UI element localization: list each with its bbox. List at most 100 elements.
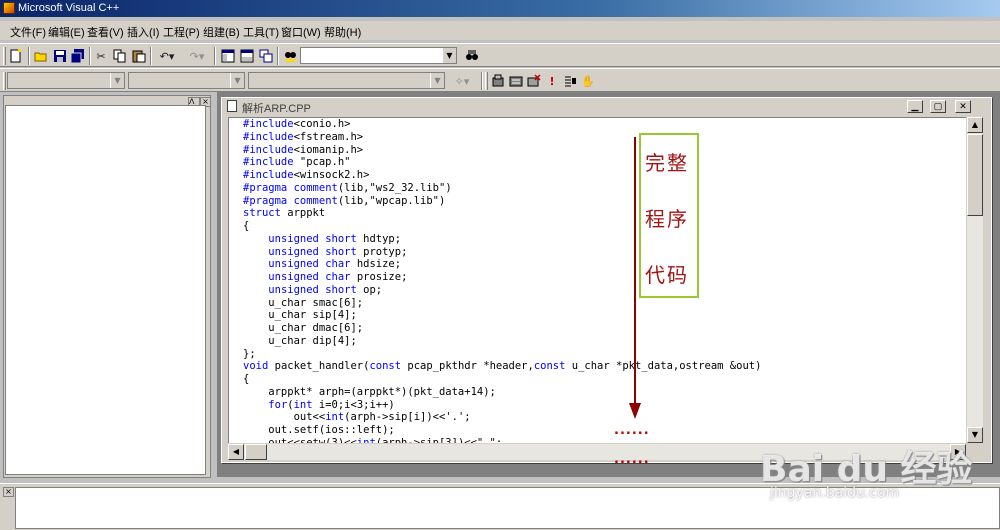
output-close-button[interactable]: × — [3, 487, 14, 497]
menu-help[interactable]: 帮助(H) — [324, 24, 361, 40]
chevron-down-icon: ▼ — [430, 73, 444, 88]
code-line: { — [243, 220, 249, 232]
execute-icon[interactable]: ! — [544, 73, 560, 89]
undo-icon[interactable]: ↶▾ — [154, 48, 180, 64]
code-line: unsigned char hdsize; — [243, 258, 401, 270]
scroll-left-button[interactable]: ◀ — [228, 444, 244, 460]
scroll-thumb[interactable] — [967, 134, 983, 216]
find-in-files-icon[interactable] — [282, 48, 298, 64]
code-text: u_char smac[6]; — [243, 296, 364, 309]
code-editor[interactable]: #include<conio.h> #include<fstream.h> #inc… — [228, 117, 966, 443]
stop-build-icon[interactable] — [526, 73, 542, 89]
toolbar-separator — [28, 47, 30, 65]
window-title: Microsoft Visual C++ — [18, 2, 120, 14]
go-icon[interactable]: ✋ — [580, 73, 596, 89]
menu-window[interactable]: 窗口(W) — [281, 24, 321, 40]
chevron-down-icon[interactable]: ▼ — [442, 48, 456, 63]
code-text: "pcap.h" — [293, 156, 351, 169]
compile-icon[interactable] — [490, 73, 506, 89]
code-line: out<<int(arph->sip[i])<<'.'; — [243, 411, 471, 423]
code-line: #include<winsock2.h> — [243, 169, 369, 181]
new-file-icon[interactable] — [8, 48, 24, 64]
menu-bar: 文件(F) 编辑(E) 查看(V) 插入(I) 工程(P) 组建(B) 工具(T… — [0, 21, 1000, 40]
code-keyword: int — [325, 411, 345, 424]
find-icon[interactable] — [464, 48, 480, 64]
code-line: void packet_handler(const pcap_pkthdr *h… — [243, 360, 761, 372]
vertical-scrollbar[interactable]: ▲ ▼ — [967, 117, 983, 443]
code-text: <conio.h> — [293, 118, 351, 130]
code-text: u_char sip[4]; — [243, 309, 357, 322]
close-button[interactable]: ✕ — [955, 100, 971, 113]
code-text: (arph->sip[i])<<'.'; — [344, 411, 471, 424]
find-combo[interactable]: ▼ — [300, 47, 457, 64]
code-line: #include<iomanip.h> — [243, 144, 363, 156]
code-keyword: short — [325, 283, 357, 296]
minimize-button[interactable]: ▁ — [907, 100, 923, 113]
menu-view[interactable]: 查看(V) — [87, 24, 124, 40]
code-line: for(int i=0;i<3;i++) — [243, 398, 394, 411]
code-keyword: unsigned — [268, 271, 319, 283]
code-text: pcap_pkthdr *header, — [401, 360, 534, 373]
chevron-down-icon: ▼ — [230, 73, 244, 88]
scroll-up-button[interactable]: ▲ — [967, 117, 983, 133]
code-text: arppkt* arph=(arppkt*)(pkt_data+14); — [243, 385, 496, 398]
code-keyword: void — [243, 360, 269, 373]
toolbar-grip[interactable] — [485, 72, 488, 90]
annotation-text: 代码 — [645, 263, 689, 287]
code-text: prosize; — [350, 271, 408, 283]
document-icon — [227, 100, 237, 112]
menu-insert[interactable]: 插入(I) — [127, 24, 159, 40]
code-line: #include<conio.h> — [243, 118, 350, 130]
code-text: (lib,"wpcap.lib") — [337, 194, 446, 207]
annotation-arrow — [629, 137, 641, 419]
code-keyword: int — [293, 398, 313, 411]
menu-project[interactable]: 工程(P) — [163, 24, 200, 40]
code-line: #pragma comment(lib,"wpcap.lib") — [243, 195, 445, 207]
maximize-button[interactable]: ▢ — [930, 100, 946, 113]
watermark-url: jingyan.baidu.com — [770, 485, 900, 501]
menu-tools[interactable]: 工具(T) — [243, 24, 279, 40]
save-icon[interactable] — [52, 48, 68, 64]
workspace-tree[interactable] — [5, 105, 206, 475]
paste-icon[interactable] — [131, 48, 147, 64]
annotation-dots: ...... — [614, 452, 650, 467]
cut-icon[interactable]: ✂ — [93, 48, 109, 64]
code-line: #include "pcap.h" — [243, 156, 350, 168]
code-keyword: #include — [243, 156, 294, 169]
filter-combo: ▼ — [128, 72, 245, 89]
build-icon[interactable] — [508, 73, 524, 89]
code-keyword: unsigned — [268, 258, 319, 271]
hscroll-thumb[interactable] — [245, 444, 267, 460]
code-text: (lib,"ws2_32.lib") — [337, 181, 452, 194]
insert-breakpoint-icon[interactable] — [562, 73, 578, 89]
save-all-icon[interactable] — [70, 48, 86, 64]
code-line: }; — [243, 348, 256, 360]
code-keyword: short — [325, 245, 357, 258]
copy-icon[interactable] — [112, 48, 128, 64]
window-list-icon[interactable] — [258, 48, 274, 64]
code-text: { — [243, 373, 250, 385]
workspace-icon[interactable] — [220, 48, 236, 64]
menu-build[interactable]: 组建(B) — [203, 24, 240, 40]
open-icon[interactable] — [33, 48, 49, 64]
annotation-box: 完整 程序 代码 — [639, 133, 699, 298]
code-text: }; — [243, 347, 256, 360]
menu-edit[interactable]: 编辑(E) — [48, 24, 85, 40]
redo-icon: ↷▾ — [189, 49, 205, 63]
code-text: out<< — [243, 411, 326, 424]
code-keyword: comment — [293, 181, 338, 194]
code-line: struct arppkt — [243, 207, 325, 219]
code-keyword: #include — [243, 143, 294, 156]
toolbar-separator — [214, 47, 216, 65]
menu-file[interactable]: 文件(F) — [10, 24, 46, 40]
toolbar-grip[interactable] — [3, 47, 6, 65]
code-text: u_char dmac[6]; — [243, 322, 364, 334]
output-icon[interactable] — [239, 48, 255, 64]
wizard-build-toolbar: ▼ ▼ ▼ ✧▾ ! ✋ — [0, 68, 1000, 92]
toolbar-grip[interactable] — [3, 72, 6, 90]
code-keyword: #include — [243, 118, 294, 130]
